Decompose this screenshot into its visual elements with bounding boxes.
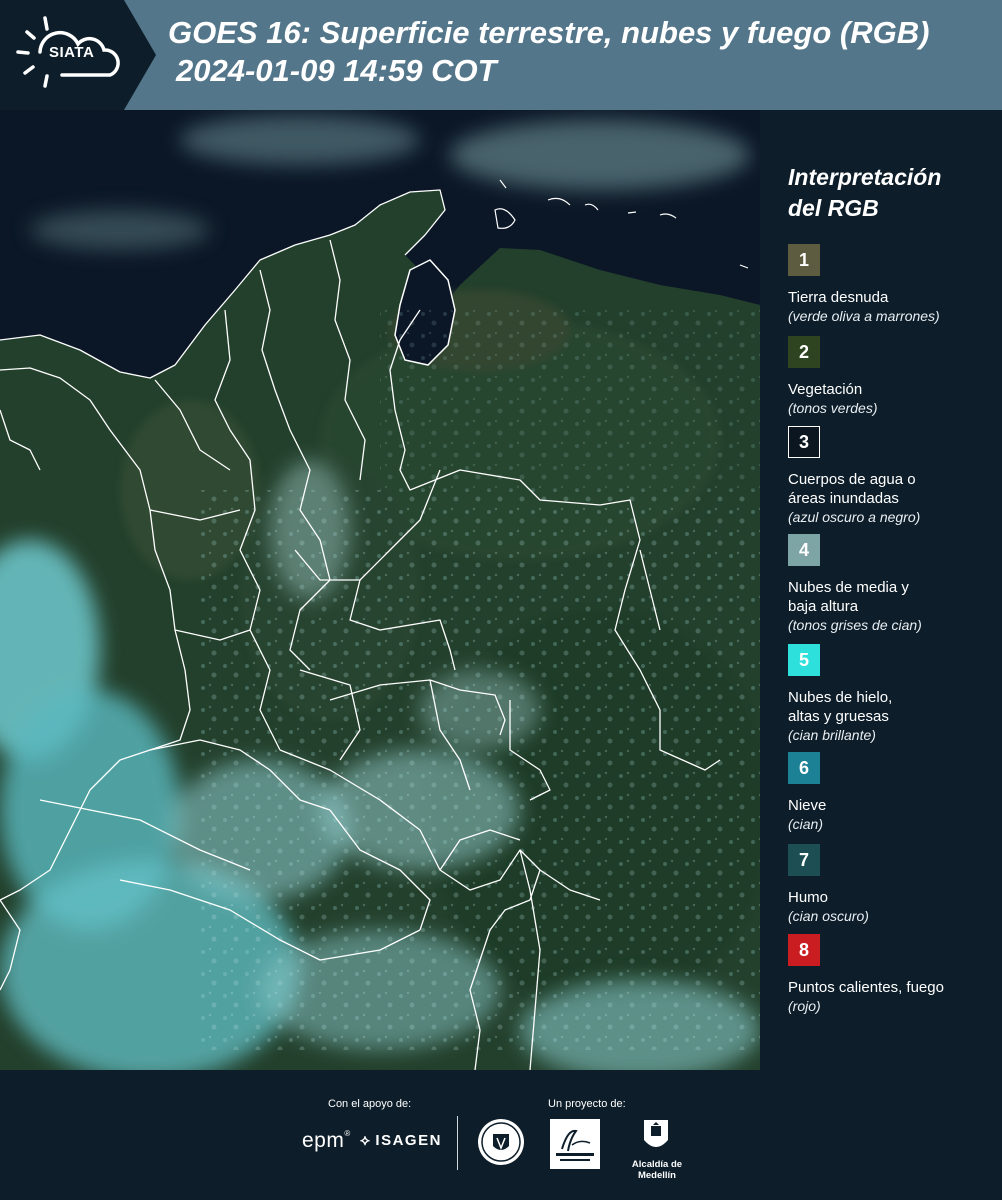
siata-logo-text: SIATA bbox=[49, 44, 95, 61]
legend-hint: (azul oscuro a negro) bbox=[788, 509, 921, 525]
epm-logo: epm® bbox=[302, 1129, 351, 1152]
legend-swatch: 6 bbox=[788, 752, 820, 784]
legend-item-bare-soil: 1 Tierra desnuda (verde oliva a marrones… bbox=[788, 244, 998, 326]
legend-label: Vegetación bbox=[788, 381, 863, 398]
medellin-crest-icon bbox=[644, 1120, 668, 1147]
title-timestamp: 2024-01-09 14:59 COT bbox=[176, 53, 497, 88]
legend-number: 8 bbox=[798, 939, 809, 960]
medellin-label: Alcaldía de Medellín bbox=[631, 1159, 683, 1181]
area-metropolitana-logo bbox=[550, 1119, 600, 1169]
footer-sponsors: Con el apoyo de: Un proyecto de: epm® ⟡ I… bbox=[0, 1070, 1002, 1200]
header-bar: SIATA GOES 16: Superficie terrestre, nub… bbox=[0, 0, 1002, 110]
legend-swatch: 5 bbox=[788, 644, 820, 676]
legend-number: 6 bbox=[798, 757, 809, 778]
legend-label: Puntos calientes, fuego bbox=[788, 979, 944, 996]
legend-item-smoke: 7 Humo (cian oscuro) bbox=[788, 844, 998, 926]
legend-hint: (cian oscuro) bbox=[788, 908, 869, 924]
legend-number: 5 bbox=[798, 649, 809, 670]
legend-number: 7 bbox=[798, 849, 809, 870]
legend-label: Nubes de hielo, altas y gruesas bbox=[788, 688, 998, 726]
isagen-logo-text: ISAGEN bbox=[375, 1132, 442, 1149]
isagen-mark-icon: ⟡ bbox=[360, 1132, 372, 1149]
legend-swatch: 4 bbox=[788, 534, 820, 566]
legend-item-vegetation: 2 Vegetación (tonos verdes) bbox=[788, 336, 998, 418]
legend-label-line: baja altura bbox=[788, 598, 859, 615]
legend-label-line: altas y gruesas bbox=[788, 708, 889, 725]
legend-hint: (cian) bbox=[788, 816, 824, 832]
project-label: Un proyecto de: bbox=[548, 1098, 626, 1110]
legend-item-hotspots: 8 Puntos calientes, fuego (rojo) bbox=[788, 934, 998, 1016]
legend-hint: (tonos verdes) bbox=[788, 400, 878, 416]
legend-hint: (tonos grises de cian) bbox=[788, 617, 922, 633]
rgb-legend: Interpretación del RGB 1 Tierra desnuda … bbox=[760, 110, 1002, 1070]
footer-divider bbox=[457, 1116, 458, 1170]
legend-swatch: 1 bbox=[788, 244, 820, 276]
legend-label: Nieve bbox=[788, 797, 827, 814]
legend-swatch: 7 bbox=[788, 844, 820, 876]
legend-label-line: áreas inundadas bbox=[788, 490, 899, 507]
support-label: Con el apoyo de: bbox=[328, 1098, 412, 1110]
legend-label: Nubes de media y baja altura bbox=[788, 578, 998, 616]
page-title: GOES 16: Superficie terrestre, nubes y f… bbox=[168, 14, 998, 90]
title-product: GOES 16: Superficie terrestre, nubes y f… bbox=[168, 15, 930, 50]
legend-item-ice-clouds: 5 Nubes de hielo, altas y gruesas (cian … bbox=[788, 644, 998, 745]
legend-label-line: Nubes de hielo, bbox=[788, 689, 893, 706]
legend-label: Tierra desnuda bbox=[788, 289, 889, 306]
legend-hint: (verde oliva a marrones) bbox=[788, 308, 940, 324]
legend-label-line: Nubes de media y bbox=[788, 579, 909, 596]
legend-number: 3 bbox=[798, 431, 809, 452]
university-seal-icon bbox=[478, 1119, 524, 1165]
legend-item-mid-low-clouds: 4 Nubes de media y baja altura (tonos gr… bbox=[788, 534, 998, 635]
legend-item-snow: 6 Nieve (cian) bbox=[788, 752, 998, 834]
siata-logo: SIATA bbox=[0, 0, 156, 110]
satellite-map bbox=[0, 110, 760, 1070]
legend-hint: (cian brillante) bbox=[788, 727, 876, 743]
epm-logo-text: epm bbox=[302, 1129, 345, 1152]
legend-number: 4 bbox=[798, 539, 809, 560]
legend-item-water: 3 Cuerpos de agua o áreas inundadas (azu… bbox=[788, 426, 998, 527]
legend-swatch: 3 bbox=[788, 426, 820, 458]
legend-swatch: 2 bbox=[788, 336, 820, 368]
legend-number: 1 bbox=[798, 249, 809, 270]
legend-label-line: Cuerpos de agua o bbox=[788, 471, 916, 488]
legend-title-line2: del RGB bbox=[788, 195, 879, 221]
legend-swatch: 8 bbox=[788, 934, 820, 966]
isagen-logo: ⟡ ISAGEN bbox=[360, 1132, 442, 1149]
legend-title-line1: Interpretación bbox=[788, 164, 942, 190]
legend-hint: (rojo) bbox=[788, 998, 821, 1014]
legend-label: Humo bbox=[788, 889, 829, 906]
legend-label: Cuerpos de agua o áreas inundadas bbox=[788, 470, 998, 508]
legend-title: Interpretación del RGB bbox=[788, 162, 998, 224]
legend-number: 2 bbox=[798, 341, 809, 362]
